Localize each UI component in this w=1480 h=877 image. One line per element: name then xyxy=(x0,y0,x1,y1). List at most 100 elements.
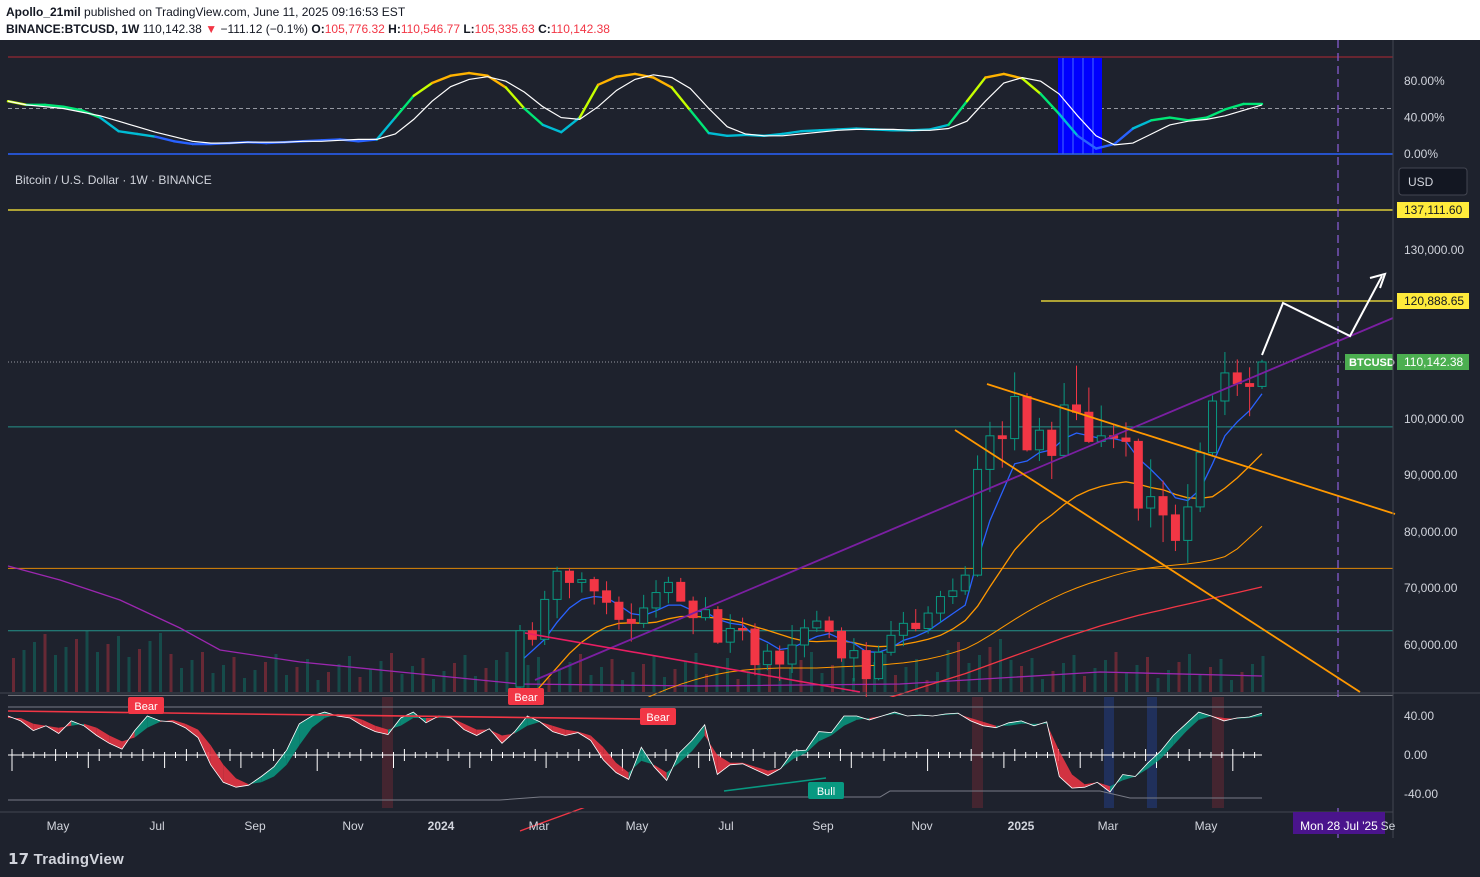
volume-bar xyxy=(526,665,530,692)
time-tick: Jul xyxy=(149,819,164,833)
candle-body xyxy=(1183,506,1193,541)
candle-body xyxy=(861,650,871,680)
time-tick: Mar xyxy=(529,819,550,833)
candle-body xyxy=(589,579,599,592)
top-oscillator-pane xyxy=(6,56,1393,155)
candle-body xyxy=(1146,496,1156,509)
bear-label: Bear xyxy=(508,688,544,705)
volume-bar xyxy=(621,680,624,692)
chart-canvas[interactable]: 137,111.60 120,888.65 BTCUSD 110,142.38 Bea… xyxy=(0,40,1480,838)
volume-bar xyxy=(327,672,330,692)
brand-name: TradingView xyxy=(33,851,124,868)
price-tick: 130,000.00 xyxy=(1404,243,1464,257)
time-tick: 2025 xyxy=(1008,819,1035,833)
ohlc-line: BINANCE:BTCUSD, 1W 110,142.38 ▼ −111.12 … xyxy=(6,22,610,36)
volume-bar xyxy=(820,673,824,692)
volume-bar xyxy=(432,679,435,692)
volume-bar xyxy=(967,663,971,692)
volume-bar xyxy=(400,674,404,692)
close-value: 110,142.38 xyxy=(550,22,610,36)
candle-body xyxy=(663,581,673,594)
volume-bar xyxy=(106,644,110,692)
time-tick: Nov xyxy=(342,819,363,833)
candle-body xyxy=(1208,400,1218,454)
volume-bar xyxy=(1261,656,1265,692)
volume-bar xyxy=(600,667,603,692)
volume-bar xyxy=(232,657,236,692)
footer: 𝟭𝟳 TradingView xyxy=(0,838,1480,877)
high-value: 110,546.77 xyxy=(400,22,460,36)
bear-label: Bear xyxy=(128,697,164,714)
price-change: −111.12 (−0.1%) xyxy=(220,22,309,36)
candle-body xyxy=(1047,429,1057,456)
author-name[interactable]: Apollo_21mil xyxy=(6,5,81,19)
candle-body xyxy=(973,468,983,576)
volume-bar xyxy=(1020,666,1023,692)
candle-body xyxy=(515,630,525,688)
candle-body xyxy=(626,618,636,624)
currency-button[interactable]: USD xyxy=(1398,167,1468,196)
candle-body xyxy=(935,596,945,614)
signal-zone xyxy=(1147,697,1157,808)
stoch-tick: 0.00% xyxy=(1404,147,1438,161)
symbol-label: BINANCE:BTCUSD, 1W xyxy=(6,22,140,36)
stoch-tick: 40.00% xyxy=(1404,111,1445,125)
volume-bar xyxy=(1146,657,1149,692)
volume-bar xyxy=(1030,658,1034,692)
candle-body xyxy=(997,435,1007,440)
candle-body xyxy=(898,622,908,636)
price-label: 110,142.38 xyxy=(1404,355,1463,369)
volume-bar xyxy=(1083,676,1086,692)
candle-body xyxy=(1170,514,1180,541)
volume-bar xyxy=(337,664,341,692)
time-tick: Mar xyxy=(1098,819,1119,833)
volume-bar xyxy=(243,678,246,692)
time-tick: Jul xyxy=(718,819,733,833)
label-text: Bear xyxy=(646,712,670,724)
low-value: 105,335.63 xyxy=(474,22,535,36)
ticker-tag: BTCUSD xyxy=(1349,357,1395,369)
volume-bar xyxy=(988,647,992,692)
volume-bar xyxy=(358,677,362,692)
high-label: H: xyxy=(388,22,401,36)
volume-bar xyxy=(1104,660,1107,692)
candle-body xyxy=(1195,452,1205,508)
candle-body xyxy=(775,650,785,665)
volume-bar xyxy=(127,657,131,692)
candle-body xyxy=(577,579,587,583)
volume-bar xyxy=(85,631,89,692)
open-label: O: xyxy=(311,22,325,36)
tradingview-logo[interactable]: 𝟭𝟳 TradingView xyxy=(8,850,124,868)
volume-bar xyxy=(1125,673,1128,692)
candle-body xyxy=(1133,440,1143,509)
candle-body xyxy=(960,574,970,592)
volume-bar xyxy=(1251,664,1254,692)
candle-body xyxy=(540,598,550,640)
volume-bar xyxy=(915,659,918,692)
volume-bar xyxy=(379,661,383,692)
volume-bar xyxy=(495,660,498,692)
volume-bar xyxy=(904,667,908,692)
volume-bar xyxy=(348,656,351,692)
volume-bar xyxy=(505,652,509,692)
osc-tick: -40.00 xyxy=(1404,787,1438,801)
candle-body xyxy=(725,627,735,643)
time-tick: May xyxy=(1195,819,1218,833)
volume-bar xyxy=(117,636,120,692)
volume-bar xyxy=(547,678,551,692)
candle-body xyxy=(787,644,797,665)
candle-body xyxy=(1158,496,1168,516)
time-tick: Nov xyxy=(911,819,932,833)
close-label: C: xyxy=(538,22,551,36)
bottom-oscillator-pane: Bear Bear Bear Bull xyxy=(0,688,1480,808)
label-text: Bear xyxy=(514,692,538,704)
volume-bar xyxy=(978,655,981,692)
volume-bar xyxy=(1230,680,1233,692)
volume-bar xyxy=(757,663,761,692)
publish-info: Apollo_21mil published on TradingView.co… xyxy=(6,5,405,19)
candle-body xyxy=(602,590,612,603)
volume-bar xyxy=(474,676,477,692)
tv-icon: 𝟭𝟳 xyxy=(8,851,34,868)
volume-bar xyxy=(883,654,887,692)
volume-bar xyxy=(589,675,593,692)
